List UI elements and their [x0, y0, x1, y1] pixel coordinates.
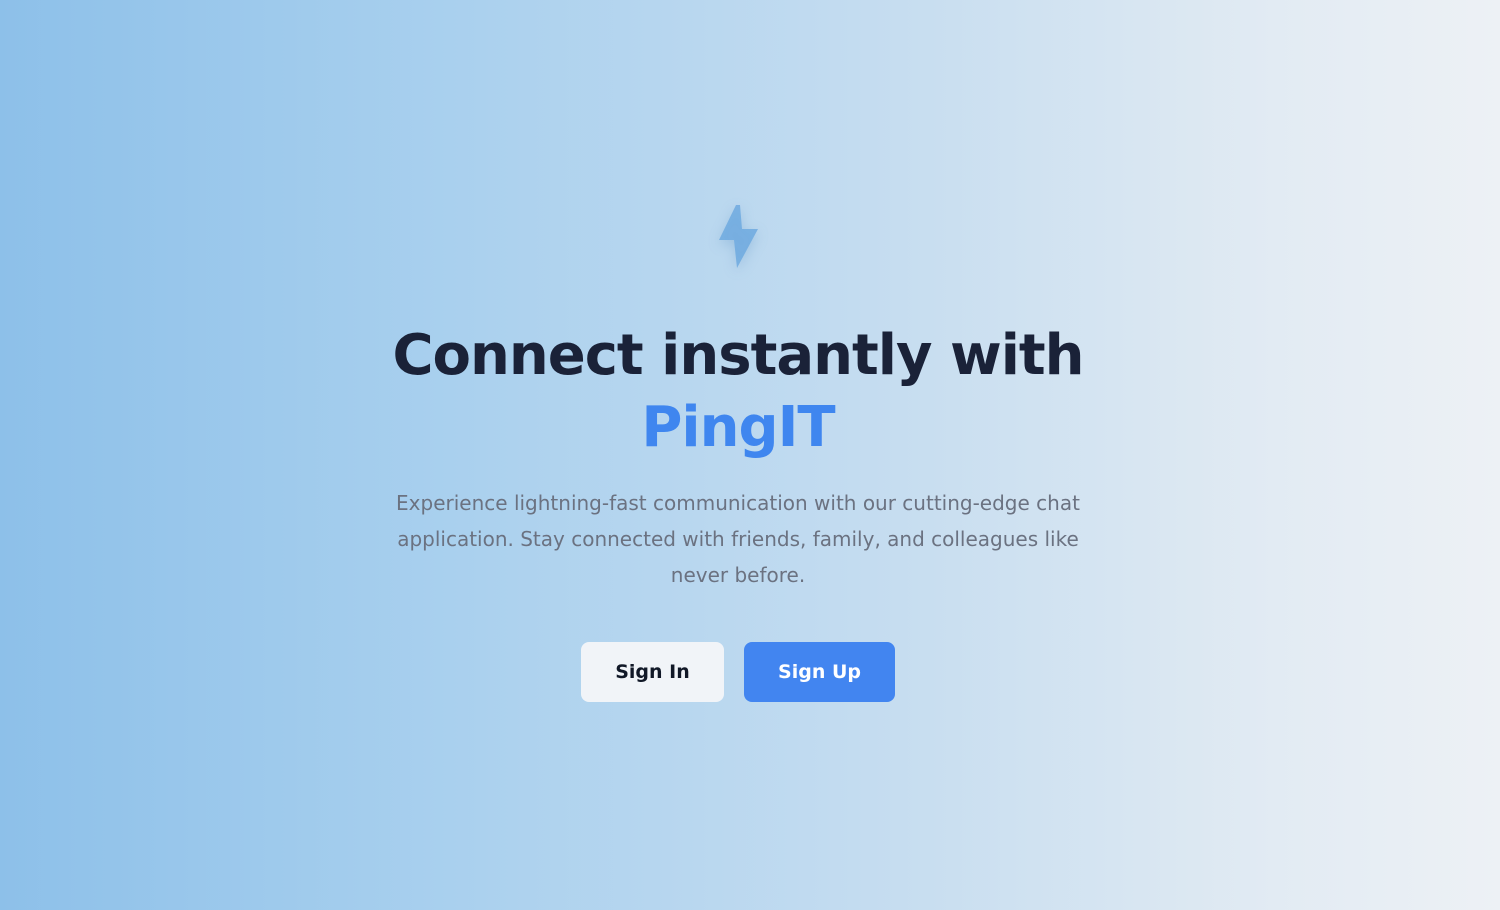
brand-name: PingIT	[641, 395, 835, 460]
sign-in-button[interactable]: Sign In	[581, 642, 724, 702]
hero-headline: Connect instantly with	[392, 323, 1084, 388]
hero-section: Connect instantly with PingIT Experience…	[0, 0, 1500, 910]
hero-tagline: Experience lightning-fast communication …	[396, 491, 1080, 587]
sign-up-button[interactable]: Sign Up	[744, 642, 895, 702]
lightning-bolt-icon	[714, 202, 762, 270]
